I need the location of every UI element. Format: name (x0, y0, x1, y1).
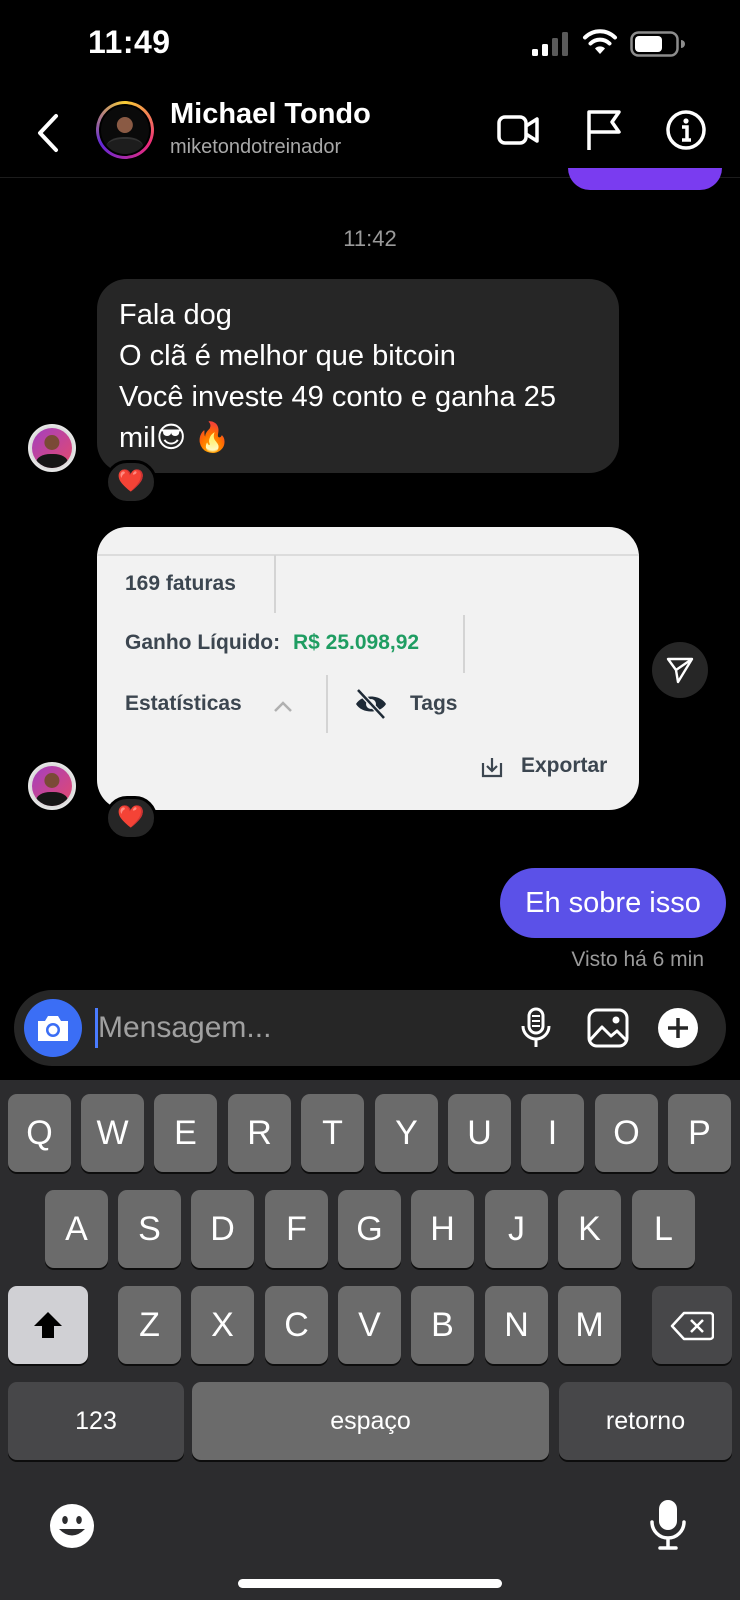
heart-reaction[interactable]: ❤️ (105, 460, 157, 504)
microphone-icon[interactable] (514, 1006, 558, 1050)
shared-image-message[interactable]: 169 faturas Ganho Líquido: R$ 25.098,92 … (97, 527, 639, 810)
backspace-key[interactable] (652, 1286, 732, 1364)
message-composer (14, 990, 726, 1066)
key-x[interactable]: X (191, 1286, 254, 1364)
key-o[interactable]: O (595, 1094, 658, 1172)
key-g[interactable]: G (338, 1190, 401, 1268)
key-v[interactable]: V (338, 1286, 401, 1364)
message-line: Você investe 49 conto e ganha 25 (119, 381, 556, 413)
plus-icon[interactable] (656, 1006, 700, 1050)
paper-plane-icon (666, 657, 694, 684)
status-time: 11:49 (88, 24, 171, 60)
outgoing-message-bubble[interactable]: Eh sobre isso (500, 868, 726, 938)
export-icon (481, 758, 503, 778)
eye-off-icon (356, 688, 386, 720)
sender-avatar[interactable] (28, 424, 76, 472)
home-indicator[interactable] (238, 1579, 502, 1588)
key-e[interactable]: E (154, 1094, 217, 1172)
key-z[interactable]: Z (118, 1286, 181, 1364)
key-m[interactable]: M (558, 1286, 621, 1364)
key-b[interactable]: B (411, 1286, 474, 1364)
numbers-key[interactable]: 123 (8, 1382, 184, 1460)
flag-icon[interactable] (582, 108, 626, 152)
previous-message-bubble-edge (568, 168, 722, 190)
shift-key[interactable] (8, 1286, 88, 1364)
wifi-icon (583, 29, 617, 54)
shift-icon (34, 1312, 62, 1338)
key-l[interactable]: L (632, 1190, 695, 1268)
chat-header: Michael Tondo miketondotreinador (0, 90, 740, 178)
message-line: mil😎 🔥 (119, 422, 231, 454)
key-d[interactable]: D (191, 1190, 254, 1268)
cellular-signal-icon (532, 32, 568, 56)
heart-reaction[interactable]: ❤️ (105, 796, 157, 840)
video-camera-icon[interactable] (496, 108, 540, 152)
contact-name[interactable]: Michael Tondo (170, 98, 371, 131)
key-w[interactable]: W (81, 1094, 144, 1172)
message-input[interactable] (98, 1004, 498, 1052)
microphone-icon[interactable] (648, 1498, 688, 1552)
key-n[interactable]: N (485, 1286, 548, 1364)
return-key[interactable]: retorno (559, 1382, 732, 1460)
contact-username[interactable]: miketondotreinador (170, 136, 341, 159)
net-gain-label: Ganho Líquido: (125, 631, 281, 654)
invoices-count: 169 faturas (125, 572, 236, 595)
key-a[interactable]: A (45, 1190, 108, 1268)
message-line: O clã é melhor que bitcoin (119, 340, 456, 372)
image-icon[interactable] (586, 1006, 630, 1050)
chevron-up-icon (274, 701, 292, 712)
export-label: Exportar (521, 754, 608, 777)
key-y[interactable]: Y (375, 1094, 438, 1172)
battery-icon (630, 31, 685, 57)
key-t[interactable]: T (301, 1094, 364, 1172)
key-p[interactable]: P (668, 1094, 731, 1172)
statistics-label: Estatísticas (125, 692, 242, 715)
key-h[interactable]: H (411, 1190, 474, 1268)
keyboard: Q W E R T Y U I O P A S D F G H J K L Z … (0, 1080, 740, 1600)
key-k[interactable]: K (558, 1190, 621, 1268)
chevron-left-icon[interactable] (32, 110, 62, 156)
space-key[interactable]: espaço (192, 1382, 549, 1460)
key-j[interactable]: J (485, 1190, 548, 1268)
camera-button[interactable] (24, 999, 82, 1057)
key-q[interactable]: Q (8, 1094, 71, 1172)
key-s[interactable]: S (118, 1190, 181, 1268)
emoji-icon[interactable] (48, 1502, 96, 1550)
camera-icon (38, 1016, 68, 1041)
message-timestamp: 11:42 (343, 226, 397, 251)
key-r[interactable]: R (228, 1094, 291, 1172)
sender-avatar[interactable] (28, 762, 76, 810)
profile-avatar[interactable] (96, 101, 154, 159)
net-gain-value: R$ 25.098,92 (293, 631, 420, 654)
message-line: Fala dog (119, 299, 232, 331)
incoming-message-bubble[interactable]: Fala dog O clã é melhor que bitcoin Você… (97, 279, 619, 473)
key-f[interactable]: F (265, 1190, 328, 1268)
seen-status: Visto há 6 min (571, 948, 704, 971)
share-button[interactable] (652, 642, 708, 698)
key-i[interactable]: I (521, 1094, 584, 1172)
info-icon[interactable] (664, 108, 708, 152)
backspace-icon (670, 1311, 714, 1341)
key-u[interactable]: U (448, 1094, 511, 1172)
tags-label: Tags (410, 692, 458, 715)
status-bar: 11:49 (0, 0, 740, 90)
key-c[interactable]: C (265, 1286, 328, 1364)
